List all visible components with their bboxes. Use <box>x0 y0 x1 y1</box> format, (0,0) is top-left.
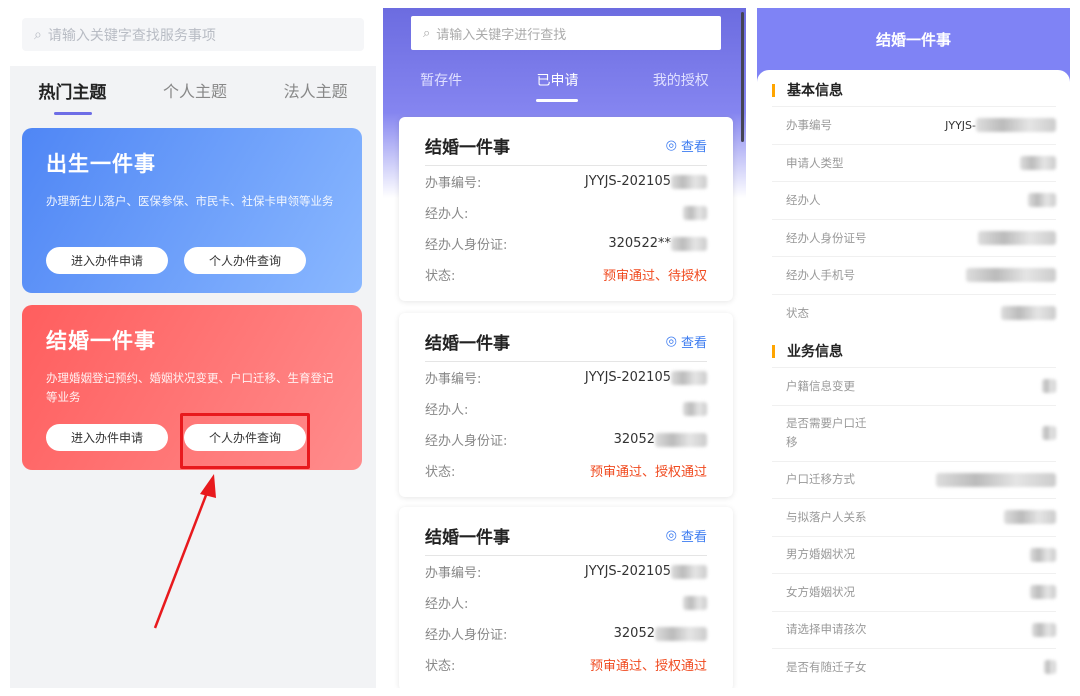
redacted <box>966 268 1056 283</box>
redacted <box>1044 660 1056 675</box>
theme-home-screen: ⌕ 请输入关键字查找服务事项 热门主题 个人主题 法人主题 出生一件事 办理新生… <box>10 8 376 688</box>
redacted <box>655 432 707 447</box>
search-icon: ⌕ <box>423 25 431 41</box>
detail-row: 是否需要户口迁移 <box>772 404 1056 461</box>
redacted <box>1030 585 1056 600</box>
detail-row: 女方婚姻状况 <box>772 573 1056 611</box>
detail-row: 申请人类型 <box>772 143 1056 182</box>
redacted <box>1001 305 1056 320</box>
application-card[interactable]: 结婚一件事 ◎ 查看 办事编号: JYYJS-202105 经办人: 经办人身份证: 3… <box>399 313 733 497</box>
redacted <box>978 230 1056 245</box>
detail-row: 经办人手机号 <box>772 256 1056 294</box>
redacted <box>671 370 707 385</box>
redacted <box>671 236 707 251</box>
detail-row: 是否有随迁子女 <box>772 648 1056 686</box>
redacted <box>976 118 1056 133</box>
tab-draft[interactable]: 暂存件 <box>420 70 462 90</box>
arrow-annotation <box>153 474 216 629</box>
detail-row: 请选择申请孩次 <box>772 610 1056 649</box>
redacted <box>671 564 707 579</box>
tab-applied[interactable]: 已申请 <box>536 70 579 102</box>
application-search-input[interactable]: ⌕ 请输入关键字进行查找 <box>411 16 721 50</box>
section-basic: 基本信息 <box>772 74 1056 106</box>
section-business: 业务信息 <box>772 335 1056 367</box>
application-tabs: 暂存件 已申请 我的授权 <box>383 70 746 102</box>
eye-icon: ◎ <box>665 334 677 349</box>
eye-icon: ◎ <box>665 528 677 543</box>
detail-row: 户口迁移方式 <box>772 460 1056 499</box>
detail-row: 户籍信息变更 <box>772 367 1056 405</box>
tab-authorization[interactable]: 我的授权 <box>653 70 709 90</box>
view-button[interactable]: ◎ 查看 <box>666 526 707 545</box>
my-applications-screen: ⌕ 请输入关键字进行查找 暂存件 已申请 我的授权 结婚一件事 ◎ 查看 办事编号:… <box>383 8 746 688</box>
eye-icon: ◎ <box>665 138 677 153</box>
redacted <box>1042 379 1056 394</box>
detail-body: 基本信息 办事编号 JYYJS- 申请人类型 经办人 经办人身份证号 经办人手机号 状态 业… <box>757 70 1070 688</box>
status-text: 预审通过、授权通过 <box>589 465 707 480</box>
redacted <box>1020 155 1056 170</box>
view-button[interactable]: ◎ 查看 <box>666 332 707 351</box>
detail-row: 办事编号 JYYJS- <box>772 106 1056 144</box>
redacted <box>683 401 707 416</box>
redacted <box>1042 426 1056 440</box>
redacted <box>936 472 1056 487</box>
status-text: 预审通过、授权通过 <box>589 659 707 674</box>
application-card[interactable]: 结婚一件事 ◎ 查看 办事编号: JYYJS-202105 经办人: 经办人身份证: 3… <box>399 507 733 688</box>
detail-row: 与拟落户人关系 <box>772 498 1056 536</box>
detail-row: 状态 <box>772 293 1056 332</box>
redacted <box>671 174 707 189</box>
detail-row: 经办人 <box>772 181 1056 219</box>
redacted <box>1028 193 1056 208</box>
detail-row: 男方婚姻状况 <box>772 535 1056 574</box>
redacted <box>1030 547 1056 562</box>
view-button[interactable]: ◎ 查看 <box>666 136 707 155</box>
redacted <box>1032 622 1056 637</box>
redacted <box>1004 510 1056 525</box>
application-card[interactable]: 结婚一件事 ◎ 查看 办事编号: JYYJS-202105 经办人: 经办人身份证: 3… <box>399 117 733 301</box>
redacted <box>655 626 707 641</box>
status-text: 预审通过、待授权 <box>602 269 707 284</box>
redacted <box>683 595 707 610</box>
redacted <box>683 205 707 220</box>
detail-screen: 结婚一件事 基本信息 办事编号 JYYJS- 申请人类型 经办人 经办人身份证号 经办人手… <box>757 8 1070 688</box>
detail-row: 经办人身份证号 <box>772 218 1056 257</box>
